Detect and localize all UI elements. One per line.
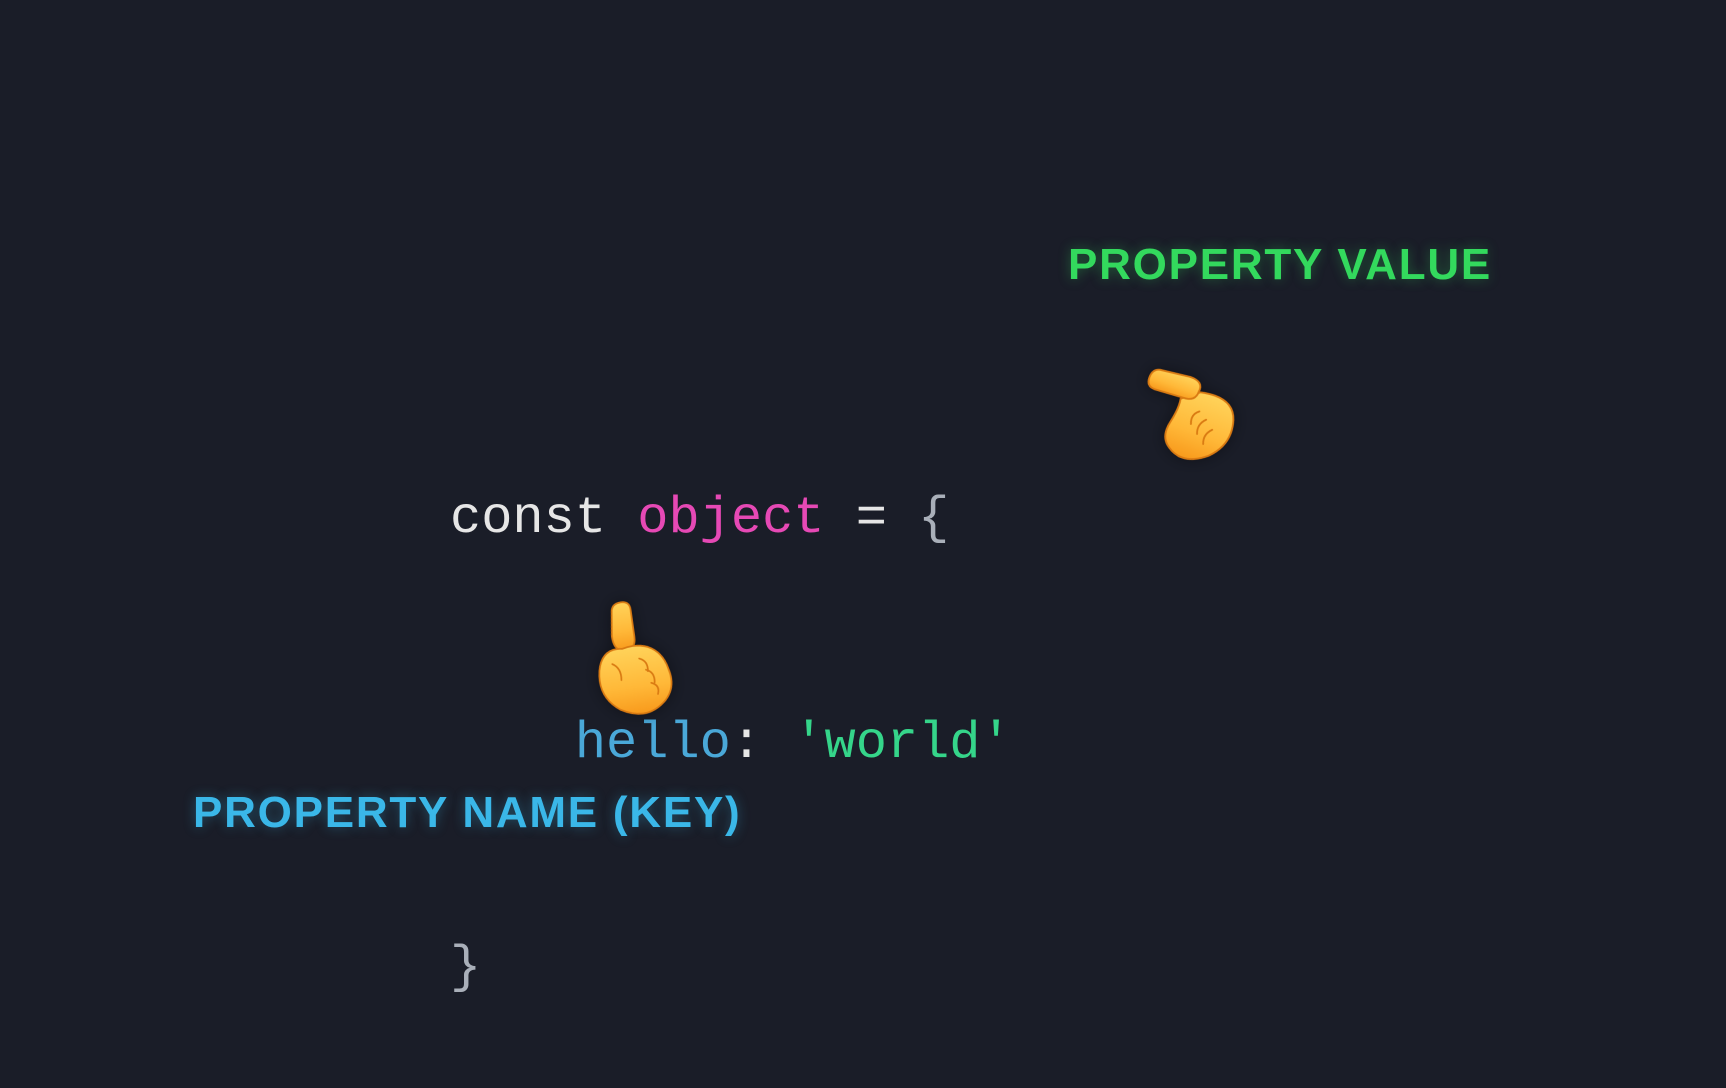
point-up-icon: [566, 593, 692, 727]
code-line-1: const object = {: [450, 464, 1012, 574]
point-left-icon: [1121, 338, 1265, 488]
token-close-brace: }: [450, 938, 481, 997]
code-block: const object = { hello: 'world' }: [450, 350, 1012, 1088]
token-string-world: 'world': [793, 714, 1011, 773]
token-colon: :: [731, 714, 793, 773]
slide: PROPERTY VALUE const object = { hello: '…: [0, 0, 1726, 1088]
token-identifier-object: object: [637, 489, 824, 548]
code-line-2: hello: 'world': [450, 689, 1012, 799]
code-line-3: }: [450, 913, 1012, 1023]
label-property-value: PROPERTY VALUE: [1068, 240, 1492, 290]
label-property-key: PROPERTY NAME (KEY): [193, 788, 741, 838]
token-assign: =: [824, 489, 918, 548]
token-open-brace: {: [918, 489, 949, 548]
token-keyword-const: const: [450, 489, 606, 548]
token-indent: [450, 714, 575, 773]
